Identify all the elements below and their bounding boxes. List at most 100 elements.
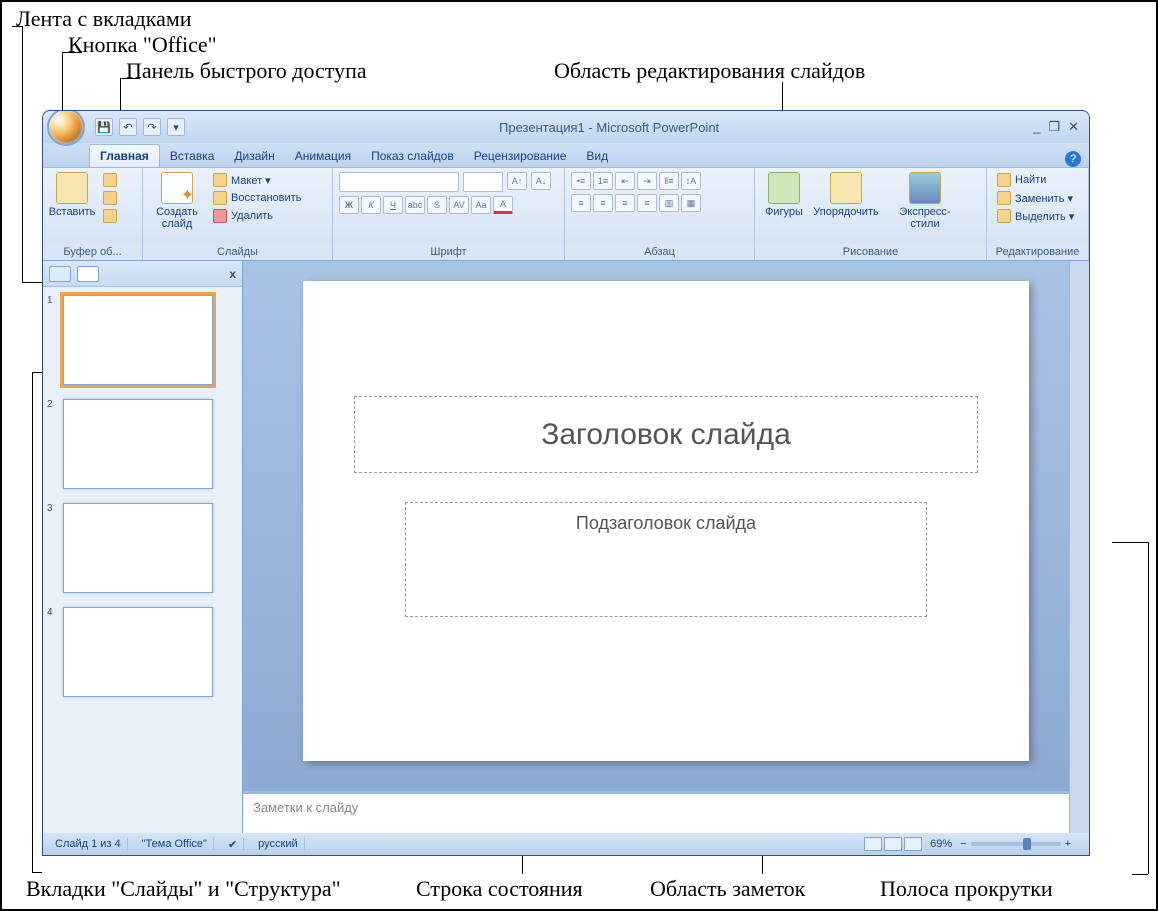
copy-button[interactable]	[99, 190, 121, 206]
brush-icon	[103, 209, 117, 223]
restore-button[interactable]: ❐	[1048, 119, 1060, 135]
qat-redo-icon[interactable]: ↷	[143, 118, 161, 136]
indent-inc-button[interactable]: ⇥	[637, 172, 657, 190]
group-label-slides: Слайды	[143, 244, 332, 260]
format-painter-button[interactable]	[99, 208, 121, 224]
view-sorter-button[interactable]	[884, 837, 902, 851]
callout-edit-area: Область редактирования слайдов	[554, 58, 865, 84]
group-font: A↑ A↓ Ж К Ч abc S AV Aa A Шрифт	[333, 168, 565, 260]
paste-button[interactable]: Вставить	[49, 172, 95, 218]
callout-scrollbar: Полоса прокрутки	[880, 876, 1053, 902]
notes-pane[interactable]: Заметки к слайду	[243, 791, 1069, 833]
shadow-button[interactable]: S	[427, 196, 447, 214]
numbering-button[interactable]: 1≡	[593, 172, 613, 190]
find-button[interactable]: Найти	[993, 172, 1078, 188]
thumb-row[interactable]: 2	[47, 399, 234, 489]
quick-styles-button[interactable]: Экспресс-стили	[885, 172, 965, 230]
tab-animations[interactable]: Анимация	[285, 145, 361, 167]
status-bar: Слайд 1 из 4 "Тема Office" ✔ русский 69%…	[43, 833, 1089, 855]
font-color-button[interactable]: A	[493, 196, 513, 214]
line-spacing-button[interactable]: ‖≡	[659, 172, 679, 190]
group-editing: Найти Заменить ▾ Выделить ▾ Редактирован…	[987, 168, 1089, 260]
convert-smartart-button[interactable]: ▦	[681, 194, 701, 212]
align-right-button[interactable]: ≡	[615, 194, 635, 212]
replace-button[interactable]: Заменить ▾	[993, 190, 1078, 206]
close-button[interactable]: ✕	[1068, 119, 1079, 135]
layout-button[interactable]: Макет ▾	[209, 172, 305, 188]
select-button[interactable]: Выделить ▾	[993, 208, 1078, 224]
thumb-row[interactable]: 3	[47, 503, 234, 593]
bold-button[interactable]: Ж	[339, 196, 359, 214]
group-label-paragraph: Абзац	[565, 244, 754, 260]
grow-font-button[interactable]: A↑	[507, 172, 527, 190]
tab-view[interactable]: Вид	[576, 145, 618, 167]
cut-button[interactable]	[99, 172, 121, 188]
zoom-percent[interactable]: 69%	[930, 838, 952, 850]
group-drawing: Фигуры Упорядочить Экспресс-стили Рисова…	[755, 168, 987, 260]
status-slide-pos: Слайд 1 из 4	[49, 838, 128, 850]
ribbon: Вставить Буфер об... ✦ С	[43, 167, 1089, 261]
editor-area: Заголовок слайда Подзаголовок слайда Зам…	[243, 261, 1069, 833]
help-icon[interactable]: ?	[1065, 151, 1081, 167]
subtitle-placeholder[interactable]: Подзаголовок слайда	[405, 502, 928, 617]
qat-undo-icon[interactable]: ↶	[119, 118, 137, 136]
reset-button[interactable]: Восстановить	[209, 190, 305, 206]
strike-button[interactable]: abc	[405, 196, 425, 214]
close-pane-button[interactable]: x	[229, 267, 236, 281]
view-slideshow-button[interactable]	[904, 837, 922, 851]
slide-thumbnail[interactable]	[63, 503, 213, 593]
thumb-number: 2	[47, 399, 57, 489]
new-slide-button[interactable]: ✦ Создать слайд	[149, 172, 205, 230]
minimize-button[interactable]: _	[1033, 119, 1040, 135]
font-family-combo[interactable]	[339, 172, 459, 192]
callout-ribbon: Лента с вкладками	[16, 6, 192, 32]
shrink-font-button[interactable]: A↓	[531, 172, 551, 190]
char-spacing-button[interactable]: AV	[449, 196, 469, 214]
zoom-slider[interactable]: − +	[960, 838, 1071, 850]
window-title: Презентация1 - Microsoft PowerPoint	[185, 120, 1033, 135]
tab-slideshow[interactable]: Показ слайдов	[361, 145, 464, 167]
align-left-button[interactable]: ≡	[571, 194, 591, 212]
group-label-clipboard: Буфер об...	[43, 244, 142, 260]
thumb-row[interactable]: 4	[47, 607, 234, 697]
underline-button[interactable]: Ч	[383, 196, 403, 214]
status-spellcheck-icon[interactable]: ✔	[222, 838, 244, 851]
qat-customize-icon[interactable]: ▾	[167, 118, 185, 136]
change-case-button[interactable]: Aa	[471, 196, 491, 214]
tab-insert[interactable]: Вставка	[160, 145, 225, 167]
tab-design[interactable]: Дизайн	[224, 145, 284, 167]
italic-button[interactable]: К	[361, 196, 381, 214]
qat-save-icon[interactable]: 💾	[95, 118, 113, 136]
title-bar: 💾 ↶ ↷ ▾ Презентация1 - Microsoft PowerPo…	[43, 111, 1089, 143]
arrange-button[interactable]: Упорядочить	[811, 172, 881, 218]
bullets-button[interactable]: •≡	[571, 172, 591, 190]
font-size-combo[interactable]	[463, 172, 503, 192]
tab-home[interactable]: Главная	[89, 144, 160, 167]
callout-statusbar: Строка состояния	[416, 876, 583, 902]
shapes-button[interactable]: Фигуры	[761, 172, 807, 218]
sparkle-icon: ✦	[181, 185, 194, 205]
columns-button[interactable]: ▥	[659, 194, 679, 212]
office-button[interactable]	[47, 110, 85, 146]
slides-outline-pane: x 1 2 3 4	[43, 261, 243, 833]
slide-thumbnail[interactable]	[63, 607, 213, 697]
align-center-button[interactable]: ≡	[593, 194, 613, 212]
tab-outline[interactable]	[77, 266, 99, 282]
group-slides: ✦ Создать слайд Макет ▾ Восстановить Уда…	[143, 168, 333, 260]
zoom-in-button[interactable]: +	[1065, 838, 1071, 850]
title-placeholder[interactable]: Заголовок слайда	[354, 396, 978, 473]
text-direction-button[interactable]: ↕A	[681, 172, 701, 190]
slide[interactable]: Заголовок слайда Подзаголовок слайда	[303, 281, 1029, 761]
slide-thumbnail[interactable]	[63, 399, 213, 489]
delete-button[interactable]: Удалить	[209, 208, 305, 224]
view-normal-button[interactable]	[864, 837, 882, 851]
justify-button[interactable]: ≡	[637, 194, 657, 212]
tab-slides[interactable]	[49, 266, 71, 282]
zoom-out-button[interactable]: −	[960, 838, 966, 850]
slide-thumbnail[interactable]	[63, 295, 213, 385]
vertical-scrollbar[interactable]	[1069, 261, 1089, 833]
status-language[interactable]: русский	[252, 838, 304, 850]
tab-review[interactable]: Рецензирование	[464, 145, 577, 167]
indent-dec-button[interactable]: ⇤	[615, 172, 635, 190]
thumb-row[interactable]: 1	[47, 295, 234, 385]
